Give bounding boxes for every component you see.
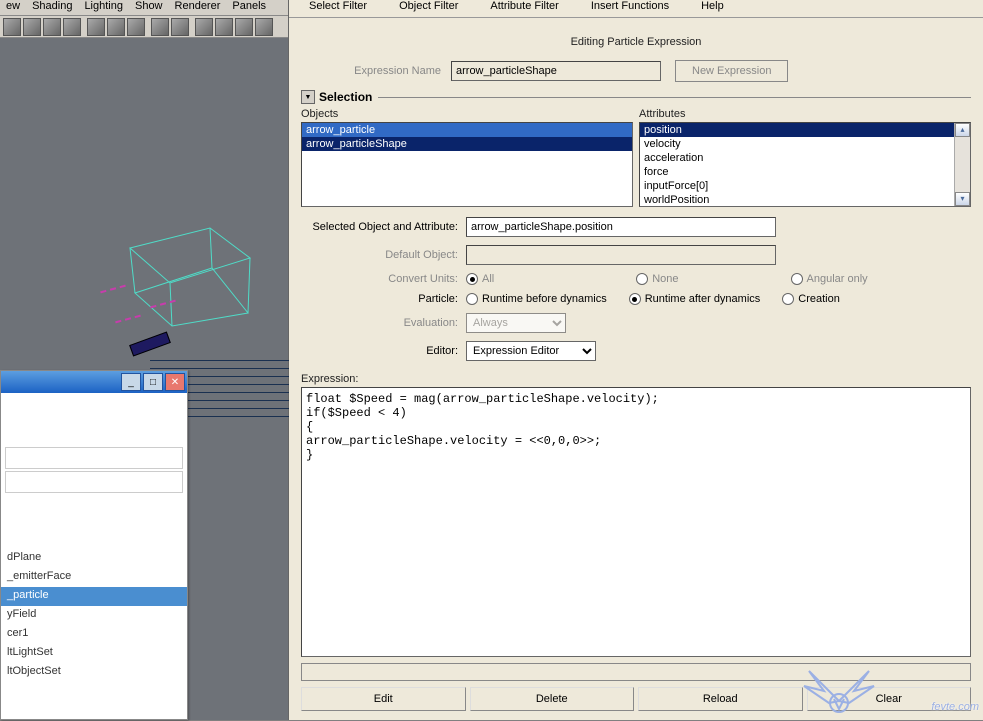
toolbar-icon[interactable] — [235, 18, 253, 36]
scrollbar[interactable]: ▴ ▾ — [954, 123, 970, 206]
delete-button[interactable]: Delete — [470, 687, 635, 711]
menu-select-filter[interactable]: Select Filter — [293, 0, 383, 17]
editor-select[interactable]: Expression Editor — [466, 341, 596, 361]
attribute-item[interactable]: acceleration — [640, 151, 970, 165]
particle-creation-radio[interactable]: Creation — [782, 293, 840, 305]
scroll-up-icon[interactable]: ▴ — [955, 123, 970, 137]
toolbar-icon[interactable] — [215, 18, 233, 36]
minimize-icon[interactable]: _ — [121, 373, 141, 391]
outliner-item[interactable]: ltObjectSet — [1, 663, 187, 682]
toolbar-icon[interactable] — [3, 18, 21, 36]
expression-menubar: Select Filter Object Filter Attribute Fi… — [289, 0, 983, 18]
particle-before-radio[interactable]: Runtime before dynamics — [466, 293, 607, 305]
toolbar-icon[interactable] — [195, 18, 213, 36]
toolbar-icon[interactable] — [107, 18, 125, 36]
default-object-input — [466, 245, 776, 265]
evaluation-label: Evaluation: — [301, 317, 466, 329]
outliner-item[interactable]: _particle — [1, 587, 187, 606]
attribute-item[interactable]: worldPosition — [640, 193, 970, 207]
viewport-menu-item[interactable]: Shading — [26, 0, 78, 15]
toolbar-icon[interactable] — [43, 18, 61, 36]
toolbar-icon[interactable] — [151, 18, 169, 36]
objects-listbox[interactable]: arrow_particlearrow_particleShape — [301, 122, 633, 207]
evaluation-select: Always — [466, 313, 566, 333]
toolbar-icon[interactable] — [23, 18, 41, 36]
editor-label: Editor: — [301, 345, 466, 357]
toolbar-icon[interactable] — [255, 18, 273, 36]
edit-button[interactable]: Edit — [301, 687, 466, 711]
outliner-filter[interactable] — [5, 471, 183, 493]
maximize-icon[interactable]: □ — [143, 373, 163, 391]
expression-field-label: Expression: — [289, 365, 983, 387]
scroll-down-icon[interactable]: ▾ — [955, 192, 970, 206]
selected-obj-attr-label: Selected Object and Attribute: — [301, 221, 466, 233]
clear-button[interactable]: Clear — [807, 687, 972, 711]
wireframe-emitter — [120, 218, 260, 328]
menu-object-filter[interactable]: Object Filter — [383, 0, 474, 17]
convert-none-radio: None — [636, 273, 678, 285]
toolbar-icon[interactable] — [127, 18, 145, 36]
expression-editor-panel: Select Filter Object Filter Attribute Fi… — [289, 0, 983, 720]
objects-label: Objects — [301, 106, 633, 122]
expression-name-label: Expression Name — [301, 65, 451, 77]
viewport-menu-item[interactable]: Renderer — [169, 0, 227, 15]
toolbar-icon[interactable] — [63, 18, 81, 36]
outliner-item[interactable]: cer1 — [1, 625, 187, 644]
viewport-menu: ew Shading Lighting Show Renderer Panels — [0, 0, 288, 16]
attributes-listbox[interactable]: positionvelocityaccelerationforceinputFo… — [639, 122, 971, 207]
outliner-window: _ □ ✕ dPlane_emitterFace_particleyFieldc… — [0, 370, 188, 720]
menu-attribute-filter[interactable]: Attribute Filter — [474, 0, 574, 17]
status-bar — [301, 663, 971, 681]
outliner-item[interactable]: ltLightSet — [1, 644, 187, 663]
arrow-object — [129, 332, 171, 357]
menu-help[interactable]: Help — [685, 0, 740, 17]
convert-all-radio: All — [466, 273, 494, 285]
outliner-titlebar[interactable]: _ □ ✕ — [1, 371, 187, 393]
viewport-toolbar — [0, 16, 288, 38]
object-item[interactable]: arrow_particle — [302, 123, 632, 137]
attribute-item[interactable]: position — [640, 123, 970, 137]
selected-obj-attr-input[interactable] — [466, 217, 776, 237]
selection-header: Selection — [319, 90, 372, 104]
viewport-menu-item[interactable]: Lighting — [78, 0, 129, 15]
attributes-label: Attributes — [639, 106, 971, 122]
attribute-item[interactable]: force — [640, 165, 970, 179]
particle-after-radio[interactable]: Runtime after dynamics — [629, 293, 761, 305]
outliner-item[interactable]: _emitterFace — [1, 568, 187, 587]
default-object-label: Default Object: — [301, 249, 466, 261]
expression-textarea[interactable]: float $Speed = mag(arrow_particleShape.v… — [301, 387, 971, 657]
viewport-menu-item[interactable]: Panels — [226, 0, 272, 15]
outliner-filter[interactable] — [5, 447, 183, 469]
viewport-menu-item[interactable]: Show — [129, 0, 169, 15]
object-item[interactable]: arrow_particleShape — [302, 137, 632, 151]
reload-button[interactable]: Reload — [638, 687, 803, 711]
particle-label: Particle: — [301, 293, 466, 305]
convert-angular-radio: Angular only — [791, 273, 868, 285]
convert-units-label: Convert Units: — [301, 273, 466, 285]
expression-title: Editing Particle Expression — [289, 18, 983, 58]
outliner-item[interactable]: dPlane — [1, 549, 187, 568]
selection-collapse-icon[interactable]: ▼ — [301, 90, 315, 104]
outliner-item[interactable]: yField — [1, 606, 187, 625]
attribute-item[interactable]: inputForce[0] — [640, 179, 970, 193]
new-expression-button[interactable]: New Expression — [675, 60, 788, 82]
attribute-item[interactable]: velocity — [640, 137, 970, 151]
viewport-menu-item[interactable]: ew — [0, 0, 26, 15]
menu-insert-functions[interactable]: Insert Functions — [575, 0, 685, 17]
expression-name-input[interactable] — [451, 61, 661, 81]
toolbar-icon[interactable] — [87, 18, 105, 36]
toolbar-icon[interactable] — [171, 18, 189, 36]
close-icon[interactable]: ✕ — [165, 373, 185, 391]
